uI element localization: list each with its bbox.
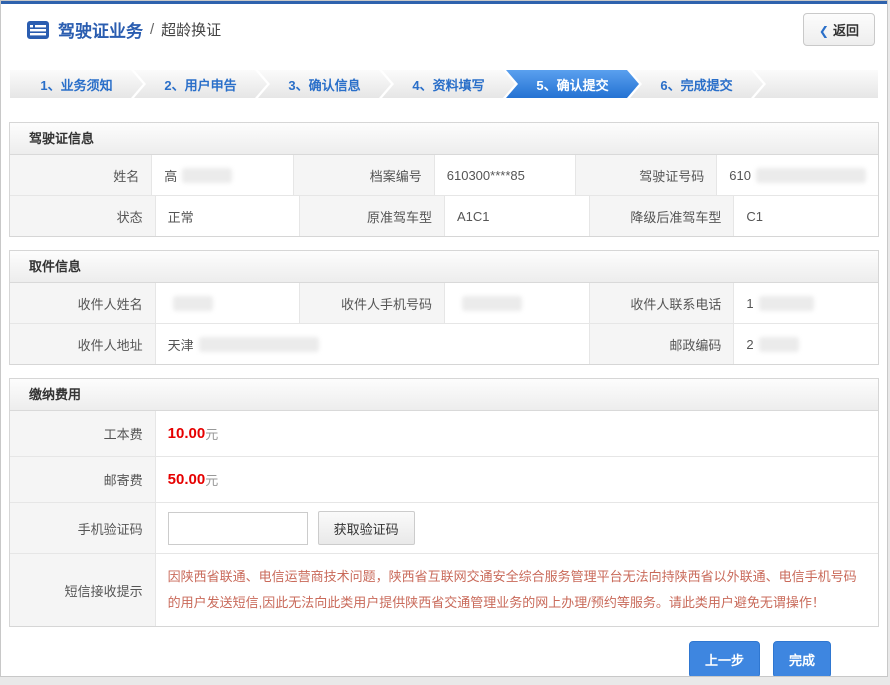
table-row: 工本费 10.00元 — [10, 411, 878, 456]
sms-notice-text: 因陕西省联通、电信运营商技术问题，陕西省互联网交通安全综合服务管理平台无法向持陕… — [155, 554, 878, 626]
sms-code-label: 手机验证码 — [10, 503, 155, 553]
table-row: 邮寄费 50.00元 — [10, 456, 878, 502]
mail-fee-value: 50.00元 — [155, 457, 878, 502]
downgraded-class-value: C1 — [733, 196, 878, 236]
production-fee-unit: 元 — [205, 424, 218, 443]
section-title-license: 驾驶证信息 — [10, 123, 878, 155]
section-title-fees: 缴纳费用 — [10, 379, 878, 411]
previous-step-button[interactable]: 上一步 — [689, 641, 760, 677]
finish-button[interactable]: 完成 — [773, 641, 831, 677]
get-sms-code-button[interactable]: 获取验证码 — [318, 511, 415, 545]
table-row: 收件人姓名 收件人手机号码 收件人联系电话 1 — [10, 283, 878, 323]
footer-actions: 上一步 完成 — [1, 627, 887, 677]
tab-step-4-fill-data[interactable]: 4、资料填写 — [382, 70, 515, 98]
recipient-name-value — [155, 283, 300, 323]
downgraded-class-label: 降级后准驾车型 — [589, 196, 734, 236]
license-business-icon — [27, 21, 49, 39]
tab-step-6-complete[interactable]: 6、完成提交 — [630, 70, 763, 98]
table-row: 状态 正常 原准驾车型 A1C1 降级后准驾车型 C1 — [10, 195, 878, 236]
recipient-address-label: 收件人地址 — [10, 324, 155, 364]
redacted-text — [462, 296, 522, 311]
table-row: 手机验证码 获取验证码 — [10, 502, 878, 553]
redacted-text — [199, 337, 319, 352]
breadcrumb-separator: / — [150, 21, 154, 38]
status-value: 正常 — [155, 196, 300, 236]
recipient-phone-label: 收件人联系电话 — [589, 283, 734, 323]
steps-filler — [754, 70, 878, 98]
redacted-text — [173, 296, 213, 311]
table-row: 短信接收提示 因陕西省联通、电信运营商技术问题，陕西省互联网交通安全综合服务管理… — [10, 553, 878, 626]
back-button-label: 返回 — [833, 23, 859, 38]
table-row: 收件人地址 天津 邮政编码 2 — [10, 323, 878, 364]
status-label: 状态 — [10, 196, 155, 236]
section-title-pickup: 取件信息 — [10, 251, 878, 283]
section-pickup-info: 取件信息 收件人姓名 收件人手机号码 收件人联系电话 1 收件人地址 天津 邮政… — [9, 250, 879, 365]
file-number-label: 档案编号 — [293, 155, 434, 195]
original-class-value: A1C1 — [444, 196, 589, 236]
sms-notice-label: 短信接收提示 — [10, 554, 155, 626]
tab-step-3-confirm-info[interactable]: 3、确认信息 — [258, 70, 391, 98]
chevron-left-icon: ❮ — [819, 24, 829, 38]
recipient-address-value: 天津 — [155, 324, 589, 364]
tab-step-5-confirm-submit[interactable]: 5、确认提交 — [506, 70, 639, 98]
page-header: 驾驶证业务 / 超龄换证 ❮ 返回 — [1, 4, 887, 55]
redacted-text — [759, 337, 799, 352]
tab-step-1-notice[interactable]: 1、业务须知 — [10, 70, 143, 98]
sms-code-input[interactable] — [168, 512, 308, 545]
name-value: 高 — [151, 155, 292, 195]
mail-fee-unit: 元 — [205, 470, 218, 489]
breadcrumb-current: 超龄换证 — [161, 19, 221, 40]
recipient-name-label: 收件人姓名 — [10, 283, 155, 323]
mail-fee-label: 邮寄费 — [10, 457, 155, 502]
name-label: 姓名 — [10, 155, 151, 195]
production-fee-value: 10.00元 — [155, 411, 878, 456]
table-row: 姓名 高 档案编号 610300****85 驾驶证号码 610 — [10, 155, 878, 195]
page-title: 驾驶证业务 — [58, 17, 143, 42]
step-progress-bar: 1、业务须知 2、用户申告 3、确认信息 4、资料填写 5、确认提交 6、完成提… — [10, 70, 878, 98]
file-number-value: 610300****85 — [434, 155, 575, 195]
section-fees: 缴纳费用 工本费 10.00元 邮寄费 50.00元 手机验证码 获取验证码 短… — [9, 378, 879, 627]
tab-step-2-declaration[interactable]: 2、用户申告 — [134, 70, 267, 98]
production-fee-label: 工本费 — [10, 411, 155, 456]
sms-code-field-group: 获取验证码 — [155, 503, 878, 553]
mail-fee-amount: 50.00 — [168, 471, 206, 488]
recipient-mobile-value — [444, 283, 589, 323]
license-number-label: 驾驶证号码 — [575, 155, 716, 195]
recipient-mobile-label: 收件人手机号码 — [299, 283, 444, 323]
license-number-value: 610 — [716, 155, 878, 195]
redacted-text — [756, 168, 866, 183]
recipient-phone-value: 1 — [733, 283, 878, 323]
original-class-label: 原准驾车型 — [299, 196, 444, 236]
section-license-info: 驾驶证信息 姓名 高 档案编号 610300****85 驾驶证号码 610 状… — [9, 122, 879, 237]
zip-code-value: 2 — [733, 324, 878, 364]
back-button[interactable]: ❮ 返回 — [803, 13, 875, 46]
redacted-text — [759, 296, 814, 311]
production-fee-amount: 10.00 — [168, 425, 206, 442]
redacted-text — [182, 168, 232, 183]
zip-code-label: 邮政编码 — [589, 324, 734, 364]
app-window: 驾驶证业务 / 超龄换证 ❮ 返回 1、业务须知 2、用户申告 3、确认信息 4、… — [0, 0, 888, 677]
